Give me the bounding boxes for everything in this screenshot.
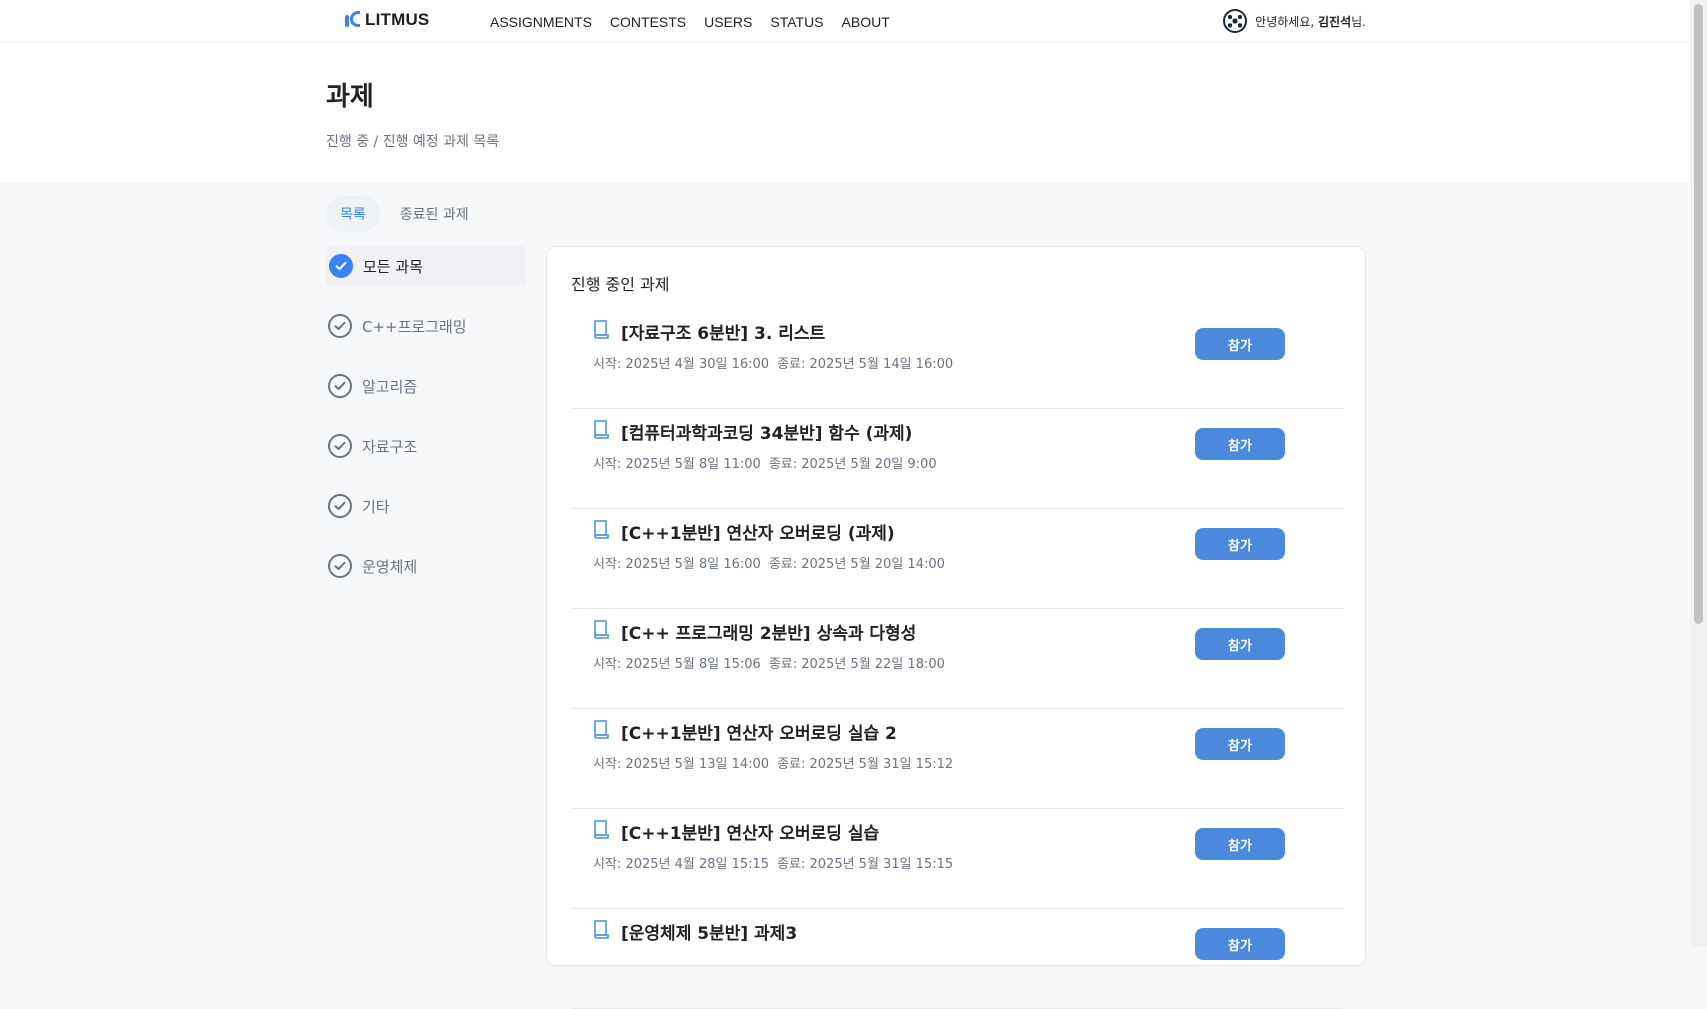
book-icon [594, 320, 609, 339]
check-circle-icon [328, 434, 352, 458]
avatar[interactable] [1223, 9, 1248, 33]
sidebar-item-label: 알고리즘 [362, 377, 418, 396]
page-scrollbar[interactable] [1690, 0, 1707, 947]
assignment-title[interactable]: [운영체제 5분반] 과제3 [621, 919, 797, 944]
greeting-prefix: 안녕하세요, [1255, 14, 1315, 29]
scrollbar-thumb[interactable] [1694, 4, 1703, 624]
assignment-period: 시작: 2025년 4월 28일 15:15 종료: 2025년 5월 31일 … [593, 853, 953, 872]
brand-logo[interactable]: LITMUS [345, 10, 429, 30]
book-icon [594, 820, 609, 839]
list-item: [컴퓨터과학과코딩 34분반] 함수 (과제) 시작: 2025년 5월 8일 … [571, 409, 1343, 509]
book-icon [594, 520, 609, 539]
assignment-start: 시작: 2025년 5월 13일 14:00 [593, 757, 770, 772]
join-button[interactable]: 참가 [1195, 628, 1285, 660]
assignment-start: 시작: 2025년 4월 28일 15:15 [593, 857, 770, 872]
sidebar-item-data-structures[interactable]: 자료구조 [326, 426, 526, 466]
list-item: [자료구조 6분반] 3. 리스트 시작: 2025년 4월 30일 16:00… [571, 309, 1343, 409]
page-subtitle: 진행 중 / 진행 예정 과제 목록 [326, 134, 500, 150]
top-navbar: LITMUS ASSIGNMENTS CONTESTS USERS STATUS… [0, 0, 1690, 43]
list-item: [운영체제 5분반] 과제3 참가 [571, 909, 1343, 1009]
check-circle-icon [329, 254, 353, 278]
sidebar-item-label: 기타 [362, 497, 390, 516]
book-icon [594, 720, 609, 739]
sidebar-item-operating-systems[interactable]: 운영체제 [326, 546, 526, 586]
nav-assignments[interactable]: ASSIGNMENTS [490, 14, 592, 30]
sidebar-item-label: 자료구조 [362, 437, 418, 456]
check-circle-icon [328, 494, 352, 518]
assignment-period: 시작: 2025년 5월 13일 14:00 종료: 2025년 5월 31일 … [593, 753, 953, 772]
assignment-tabs: 목록 종료된 과제 [326, 196, 483, 232]
main-nav: ASSIGNMENTS CONTESTS USERS STATUS ABOUT [490, 0, 890, 43]
check-circle-icon [328, 314, 352, 338]
join-button[interactable]: 참가 [1195, 728, 1285, 760]
assignment-start: 시작: 2025년 5월 8일 11:00 [593, 457, 761, 472]
tab-list[interactable]: 목록 [326, 196, 380, 232]
assignment-end: 종료: 2025년 5월 20일 14:00 [768, 557, 945, 572]
list-item: [C++ 프로그래밍 2분반] 상속과 다형성 시작: 2025년 5월 8일 … [571, 609, 1343, 709]
assignment-title[interactable]: [C++1분반] 연산자 오버로딩 실습 2 [621, 719, 897, 744]
assignment-title[interactable]: [C++ 프로그래밍 2분반] 상속과 다형성 [621, 619, 916, 644]
join-button[interactable]: 참가 [1195, 328, 1285, 360]
assignment-end: 종료: 2025년 5월 20일 9:00 [768, 457, 937, 472]
sidebar-item-algorithms[interactable]: 알고리즘 [326, 366, 526, 406]
sidebar-item-cpp-programming[interactable]: C++프로그래밍 [326, 306, 526, 346]
check-circle-icon [328, 374, 352, 398]
page-title: 과제 [326, 82, 374, 112]
assignment-title[interactable]: [C++1분반] 연산자 오버로딩 실습 [621, 819, 879, 844]
page-header: 과제 진행 중 / 진행 예정 과제 목록 [0, 43, 1690, 183]
assignment-end: 종료: 2025년 5월 22일 18:00 [768, 657, 945, 672]
assignment-title[interactable]: [자료구조 6분반] 3. 리스트 [621, 319, 825, 344]
assignment-end: 종료: 2025년 5월 31일 15:12 [777, 757, 954, 772]
litmus-logo-icon [345, 11, 361, 29]
assignment-title[interactable]: [C++1분반] 연산자 오버로딩 (과제) [621, 519, 895, 544]
sidebar-item-all-courses[interactable]: 모든 과목 [326, 246, 526, 286]
list-item: [C++1분반] 연산자 오버로딩 실습 2 시작: 2025년 5월 13일 … [571, 709, 1343, 809]
assignment-period: 시작: 2025년 5월 8일 15:06 종료: 2025년 5월 22일 1… [593, 653, 945, 672]
book-icon [594, 620, 609, 639]
nav-about[interactable]: ABOUT [842, 14, 890, 30]
join-button[interactable]: 참가 [1195, 928, 1285, 960]
assignment-end: 종료: 2025년 5월 31일 15:15 [777, 857, 954, 872]
nav-status[interactable]: STATUS [770, 14, 823, 30]
check-circle-icon [328, 554, 352, 578]
join-button[interactable]: 참가 [1195, 428, 1285, 460]
tab-ended-assignments[interactable]: 종료된 과제 [386, 196, 483, 232]
sidebar-item-etc[interactable]: 기타 [326, 486, 526, 526]
assignment-title[interactable]: [컴퓨터과학과코딩 34분반] 함수 (과제) [621, 419, 912, 444]
assignment-start: 시작: 2025년 5월 8일 16:00 [593, 557, 761, 572]
sidebar-item-label: C++프로그래밍 [362, 317, 467, 336]
assignment-start: 시작: 2025년 4월 30일 16:00 [593, 357, 770, 372]
book-icon [594, 420, 609, 439]
panel-title: 진행 중인 과제 [571, 275, 670, 294]
user-menu[interactable]: 안녕하세요, 김진석님. [1223, 9, 1366, 33]
nav-contests[interactable]: CONTESTS [610, 14, 686, 30]
brand-name: LITMUS [365, 10, 430, 29]
assignment-end: 종료: 2025년 5월 14일 16:00 [777, 357, 954, 372]
assignment-period: 시작: 2025년 5월 8일 11:00 종료: 2025년 5월 20일 9… [593, 453, 937, 472]
assignment-list: [자료구조 6분반] 3. 리스트 시작: 2025년 4월 30일 16:00… [571, 309, 1343, 1009]
user-greeting: 안녕하세요, 김진석님. [1255, 13, 1366, 30]
sidebar-item-label: 모든 과목 [363, 257, 423, 276]
nav-users[interactable]: USERS [704, 14, 752, 30]
assignment-period: 시작: 2025년 4월 30일 16:00 종료: 2025년 5월 14일 … [593, 353, 953, 372]
greeting-suffix: 님. [1351, 14, 1366, 29]
sidebar-item-label: 운영체제 [362, 557, 418, 576]
list-item: [C++1분반] 연산자 오버로딩 실습 시작: 2025년 4월 28일 15… [571, 809, 1343, 909]
join-button[interactable]: 참가 [1195, 828, 1285, 860]
join-button[interactable]: 참가 [1195, 528, 1285, 560]
user-name: 김진석 [1318, 14, 1352, 29]
list-item: [C++1분반] 연산자 오버로딩 (과제) 시작: 2025년 5월 8일 1… [571, 509, 1343, 609]
assignment-panel: 진행 중인 과제 [자료구조 6분반] 3. 리스트 시작: 2025년 4월 … [546, 246, 1366, 1009]
course-filter-sidebar: 모든 과목 C++프로그래밍 알고리즘 자료구조 기타 운영체제 [326, 246, 526, 606]
assignment-start: 시작: 2025년 5월 8일 15:06 [593, 657, 761, 672]
assignment-period: 시작: 2025년 5월 8일 16:00 종료: 2025년 5월 20일 1… [593, 553, 945, 572]
book-icon [594, 920, 609, 939]
